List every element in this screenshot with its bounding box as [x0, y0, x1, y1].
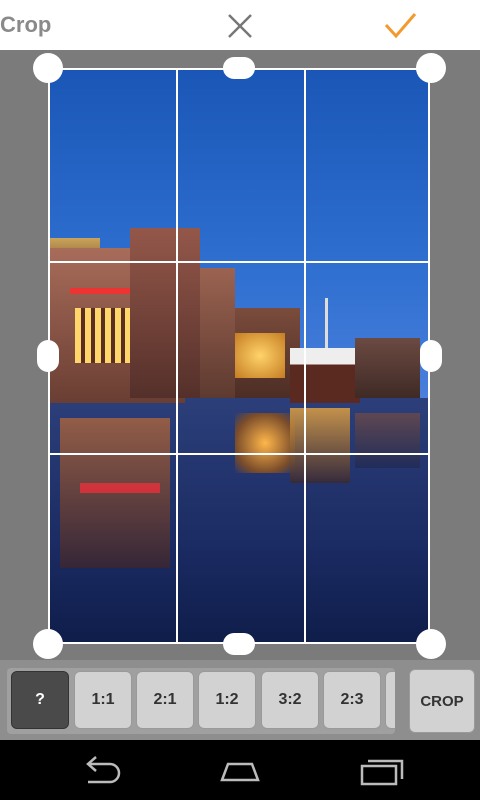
- back-icon[interactable]: [76, 754, 124, 788]
- crop-handle-left[interactable]: [37, 340, 59, 372]
- crop-frame[interactable]: [48, 68, 430, 644]
- ratio-3-2-button[interactable]: 3:2: [261, 671, 319, 729]
- top-action-bar: Crop: [0, 0, 480, 50]
- check-icon[interactable]: [383, 10, 417, 40]
- crop-handle-bottom-left[interactable]: [33, 629, 63, 659]
- grid-line: [304, 70, 306, 642]
- page-title: Crop: [0, 12, 52, 37]
- system-nav-bar: [0, 740, 480, 800]
- crop-toolbar: ? 1:1 2:1 1:2 3:2 2:3 CROP: [0, 660, 480, 740]
- ratio-2-3-button[interactable]: 2:3: [323, 671, 381, 729]
- grid-line: [50, 261, 428, 263]
- home-icon[interactable]: [216, 754, 264, 788]
- crop-handle-bottom-right[interactable]: [416, 629, 446, 659]
- ratio-more-button[interactable]: [385, 671, 395, 729]
- recents-icon[interactable]: [358, 754, 406, 788]
- aspect-ratio-list[interactable]: ? 1:1 2:1 1:2 3:2 2:3: [7, 668, 395, 734]
- crop-handle-bottom[interactable]: [223, 633, 255, 655]
- grid-line: [50, 453, 428, 455]
- crop-button[interactable]: CROP: [409, 669, 475, 733]
- ratio-free-button[interactable]: ?: [11, 671, 69, 729]
- crop-handle-right[interactable]: [420, 340, 442, 372]
- crop-handle-top-right[interactable]: [416, 53, 446, 83]
- grid-line: [176, 70, 178, 642]
- close-icon[interactable]: [226, 12, 254, 40]
- crop-handle-top-left[interactable]: [33, 53, 63, 83]
- ratio-1-2-button[interactable]: 1:2: [198, 671, 256, 729]
- ratio-2-1-button[interactable]: 2:1: [136, 671, 194, 729]
- crop-handle-top[interactable]: [223, 57, 255, 79]
- crop-editor: [0, 50, 480, 660]
- ratio-1-1-button[interactable]: 1:1: [74, 671, 132, 729]
